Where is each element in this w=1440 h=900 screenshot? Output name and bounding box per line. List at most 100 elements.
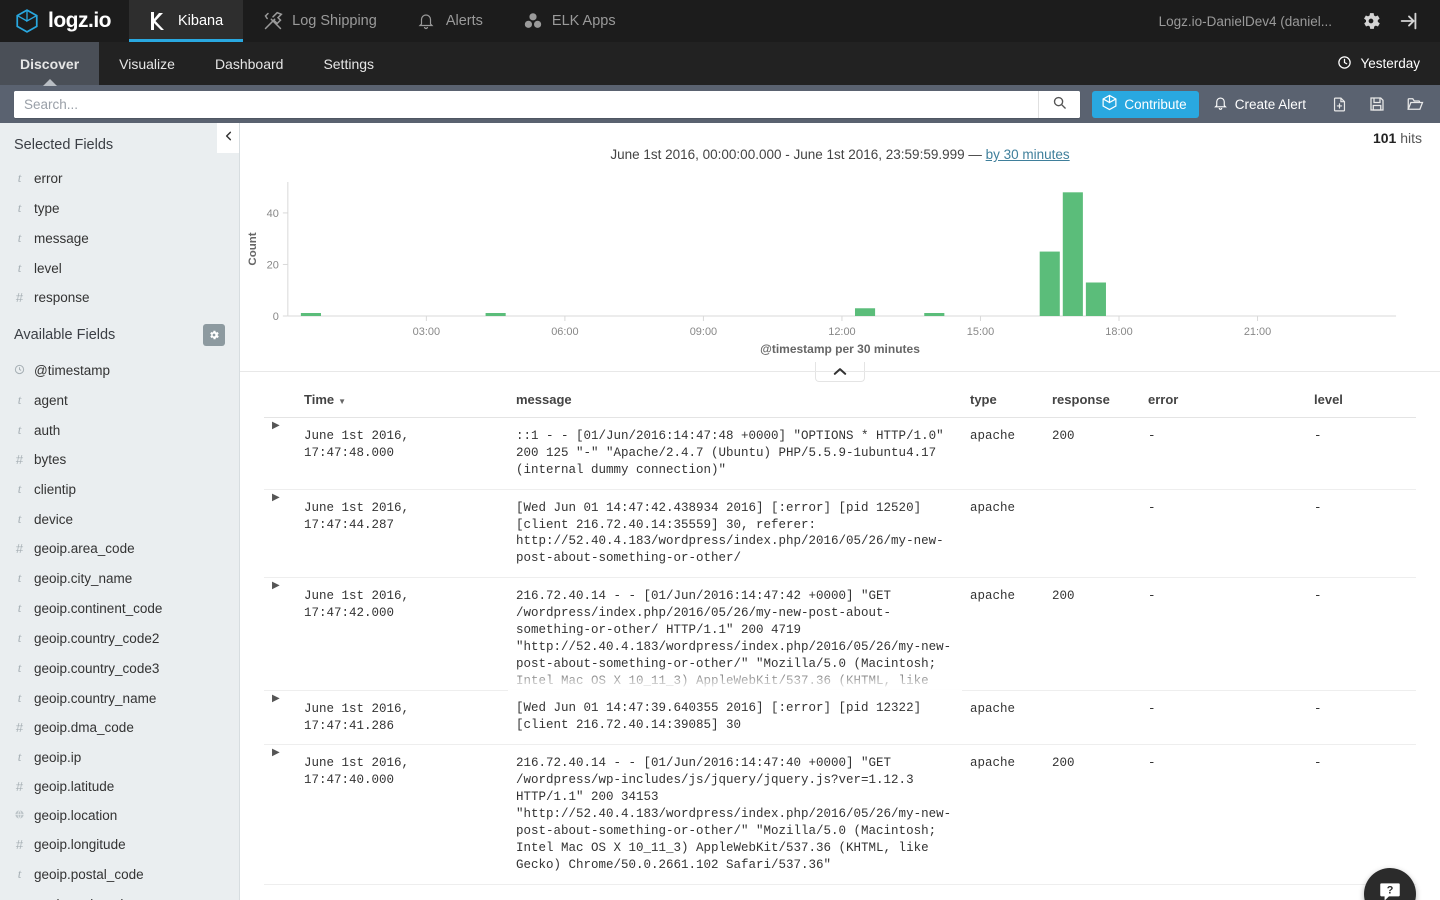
available-field-geoip-country_name[interactable]: t geoip.country_name (0, 683, 239, 713)
histogram-bar[interactable] (485, 313, 506, 316)
available-field-device[interactable]: t device (0, 504, 239, 534)
logzio-brand-logo[interactable]: logz.io (0, 0, 129, 42)
field-type-string-icon: t (14, 896, 25, 900)
available-field-geoip-location[interactable]: geoip.location (0, 801, 239, 830)
field-type-string-icon: t (17, 422, 22, 437)
row-expand-button[interactable]: ▶ (264, 690, 296, 746)
new-document-icon[interactable] (1320, 89, 1358, 119)
documents-table-wrapper: Time ▼ message type response error level… (240, 372, 1440, 885)
kibana-icon (149, 11, 169, 31)
histogram-bar[interactable] (924, 313, 945, 316)
field-type-string-icon: t (17, 749, 22, 764)
column-message[interactable]: message (508, 388, 962, 418)
selected-field-message[interactable]: t message (0, 223, 239, 253)
tab-discover[interactable]: Discover (0, 42, 100, 86)
row-expand-button[interactable]: ▶ (264, 744, 296, 885)
row-expand-button[interactable]: ▶ (264, 489, 296, 579)
available-field-geoip-area_code[interactable]: # geoip.area_code (0, 534, 239, 563)
histogram-bar[interactable] (1039, 251, 1060, 316)
available-field-geoip-longitude[interactable]: # geoip.longitude (0, 830, 239, 859)
row-expand-button[interactable]: ▶ (264, 417, 296, 490)
available-field-geoip-real_region_name[interactable]: t geoip.real_region_name (0, 889, 239, 900)
sort-caret-icon[interactable]: ▼ (338, 397, 346, 406)
nav-item-kibana[interactable]: Kibana (129, 0, 244, 42)
logout-icon[interactable] (1392, 4, 1426, 38)
search-input[interactable] (14, 90, 1039, 118)
svg-text:?: ? (1387, 884, 1394, 896)
field-settings-gear-icon[interactable] (203, 324, 225, 346)
field-type-string-icon: t (17, 170, 22, 185)
histogram-bar[interactable] (854, 308, 876, 316)
column-type[interactable]: type (962, 388, 1044, 418)
nav-item-elk-apps[interactable]: ELK Apps (503, 0, 636, 42)
column-response[interactable]: response (1044, 388, 1140, 418)
available-field-geoip-country_code2[interactable]: t geoip.country_code2 (0, 623, 239, 653)
selected-fields-list: t error t type t message t level # response (0, 163, 239, 312)
histogram-bar[interactable] (1085, 282, 1106, 317)
cell-response: 200 (1044, 577, 1140, 691)
row-expand-button[interactable]: ▶ (264, 577, 296, 691)
available-field-geoip-dma_code[interactable]: # geoip.dma_code (0, 713, 239, 742)
cell-response: 200 (1044, 744, 1140, 885)
selected-fields-title: Selected Fields (14, 137, 114, 153)
tab-dashboard[interactable]: Dashboard (195, 42, 304, 85)
available-field-agent[interactable]: t agent (0, 385, 239, 415)
selected-field-level[interactable]: t level (0, 253, 239, 283)
column-error[interactable]: error (1140, 388, 1306, 418)
clock-icon (1337, 55, 1352, 73)
histogram-bar[interactable] (1062, 192, 1083, 316)
table-row[interactable]: ▶ June 1st 2016, 17:47:40.000 216.72.40.14… (264, 744, 1416, 885)
hits-number: 101 (1372, 130, 1397, 146)
column-label-message: message (516, 392, 572, 407)
column-label-time: Time (304, 392, 335, 407)
open-folder-icon[interactable] (1396, 89, 1434, 119)
field-type-date-icon (14, 363, 25, 378)
column-label-response: response (1052, 392, 1110, 407)
available-field-auth[interactable]: t auth (0, 415, 239, 445)
histogram-bar[interactable] (300, 313, 321, 316)
field-type-number-icon: # (15, 452, 24, 467)
available-field-geoip-country_code3[interactable]: t geoip.country_code3 (0, 653, 239, 683)
field-name: geoip.country_code2 (34, 630, 160, 646)
account-name[interactable]: Logz.io-DanielDev4 (daniel... (1159, 14, 1350, 29)
field-name: level (34, 260, 62, 276)
query-toolbar: Contribute Create Alert (0, 85, 1440, 123)
field-type-string-icon: t (17, 230, 22, 245)
available-field-geoip-ip[interactable]: t geoip.ip (0, 742, 239, 772)
svg-text:18:00: 18:00 (1105, 326, 1132, 338)
selected-field-type[interactable]: t type (0, 193, 239, 223)
available-field-geoip-latitude[interactable]: # geoip.latitude (0, 772, 239, 801)
time-range-picker[interactable]: Yesterday (1337, 42, 1440, 85)
contribute-button[interactable]: Contribute (1092, 90, 1199, 118)
table-row[interactable]: ▶ June 1st 2016, 17:47:42.000 216.72.40.14… (264, 577, 1416, 691)
gear-icon[interactable] (1354, 4, 1388, 38)
cell-level: - (1306, 417, 1416, 490)
tab-visualize[interactable]: Visualize (99, 42, 195, 85)
selected-field-response[interactable]: # response (0, 283, 239, 312)
field-name: geoip.city_name (34, 570, 133, 586)
column-level[interactable]: level (1306, 388, 1416, 418)
available-field-geoip-city_name[interactable]: t geoip.city_name (0, 563, 239, 593)
table-row[interactable]: ▶ June 1st 2016, 17:47:44.287 [Wed Jun 01 … (264, 489, 1416, 579)
nav-item-alerts[interactable]: Alerts (397, 0, 503, 42)
selected-field-error[interactable]: t error (0, 163, 239, 193)
available-field-bytes[interactable]: # bytes (0, 445, 239, 474)
cell-message: ::1 - - [01/Jun/2016:14:47:48 +0000] "OP… (508, 417, 962, 490)
interval-link[interactable]: by 30 minutes (986, 147, 1070, 162)
available-field-geoip-continent_code[interactable]: t geoip.continent_code (0, 593, 239, 623)
available-field-geoip-postal_code[interactable]: t geoip.postal_code (0, 859, 239, 889)
available-field--timestamp[interactable]: @timestamp (0, 356, 239, 385)
column-time[interactable]: Time ▼ (296, 388, 508, 418)
table-row[interactable]: ▶ June 1st 2016, 17:47:41.286 [Wed Jun 01 … (264, 690, 1416, 746)
field-name: geoip.postal_code (34, 866, 144, 882)
available-field-clientip[interactable]: t clientip (0, 474, 239, 504)
sidebar-collapse-button[interactable] (217, 123, 239, 153)
save-icon[interactable] (1358, 89, 1396, 119)
tab-settings[interactable]: Settings (303, 42, 394, 85)
histogram-svg[interactable]: 0 20 40 Count 03:00 06:00 09:00 12:00 15:00 18:00… (240, 168, 1416, 358)
field-name: geoip.longitude (34, 837, 126, 852)
nav-item-log-shipping[interactable]: Log Shipping (243, 0, 397, 42)
search-submit-button[interactable] (1038, 90, 1081, 118)
table-row[interactable]: ▶ June 1st 2016, 17:47:48.000::1 - - [01/… (264, 417, 1416, 490)
create-alert-button[interactable]: Create Alert (1199, 95, 1320, 114)
